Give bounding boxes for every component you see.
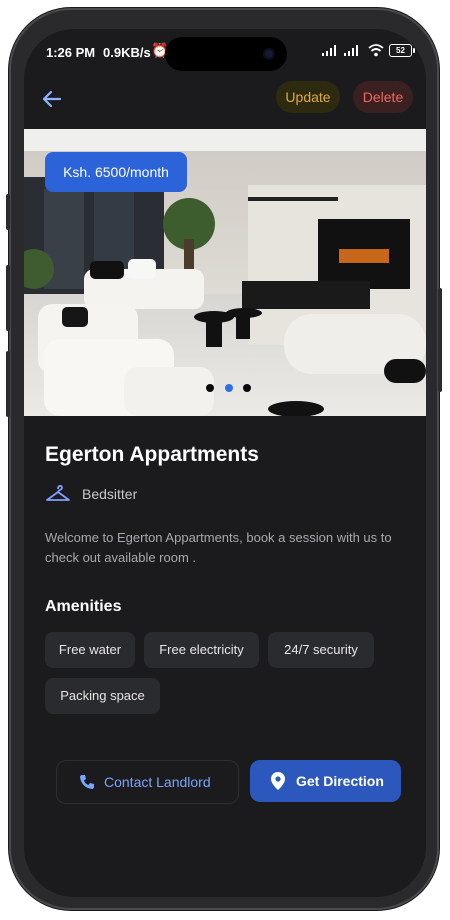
wifi-icon [368, 44, 384, 57]
contact-landlord-button[interactable]: Contact Landlord [56, 760, 239, 804]
property-title: Egerton Appartments [45, 443, 259, 466]
delete-button[interactable]: Delete [353, 81, 413, 113]
contact-landlord-label: Contact Landlord [104, 774, 211, 790]
amenity-chip: 24/7 security [268, 632, 374, 668]
amenities-heading: Amenities [45, 598, 122, 615]
amenity-chip: Free water [45, 632, 135, 668]
status-time: 1:26 PM [46, 45, 96, 60]
update-button[interactable]: Update [276, 81, 340, 113]
carousel-dot-active[interactable] [225, 384, 233, 392]
amenity-chip: Free electricity [144, 632, 259, 668]
get-direction-button[interactable]: Get Direction [250, 760, 401, 802]
get-direction-label: Get Direction [296, 773, 384, 789]
signal-icon [322, 45, 337, 56]
property-description: Welcome to Egerton Appartments, book a s… [45, 530, 392, 565]
hanger-icon [46, 484, 70, 501]
battery-icon: 52 [389, 44, 415, 57]
phone-icon [80, 775, 94, 789]
top-toolbar: Update Delete [24, 81, 426, 129]
amenity-chip: Packing space [45, 678, 160, 714]
screen: 1:26 PM 0.9KB/s ⏰ 52 Update Delete Ksh. … [24, 29, 426, 897]
front-camera-icon [263, 48, 275, 60]
carousel-indicator[interactable] [206, 384, 252, 394]
action-button [6, 194, 10, 230]
volume-down-button [6, 351, 10, 417]
volume-up-button [6, 265, 10, 331]
dynamic-island [165, 37, 287, 71]
power-button [438, 288, 442, 392]
carousel-dot[interactable] [243, 384, 251, 392]
price-badge: Ksh. 6500/month [45, 152, 187, 192]
location-pin-icon [271, 772, 285, 790]
signal-icon-secondary [344, 45, 359, 56]
status-bar: 1:26 PM 0.9KB/s ⏰ 52 [24, 29, 426, 81]
network-speed: 0.9KB/s [103, 45, 151, 60]
carousel-dot[interactable] [206, 384, 214, 392]
back-arrow-icon[interactable] [40, 87, 64, 111]
property-photo[interactable]: Ksh. 6500/month [24, 129, 426, 416]
property-type: Bedsitter [82, 486, 138, 502]
